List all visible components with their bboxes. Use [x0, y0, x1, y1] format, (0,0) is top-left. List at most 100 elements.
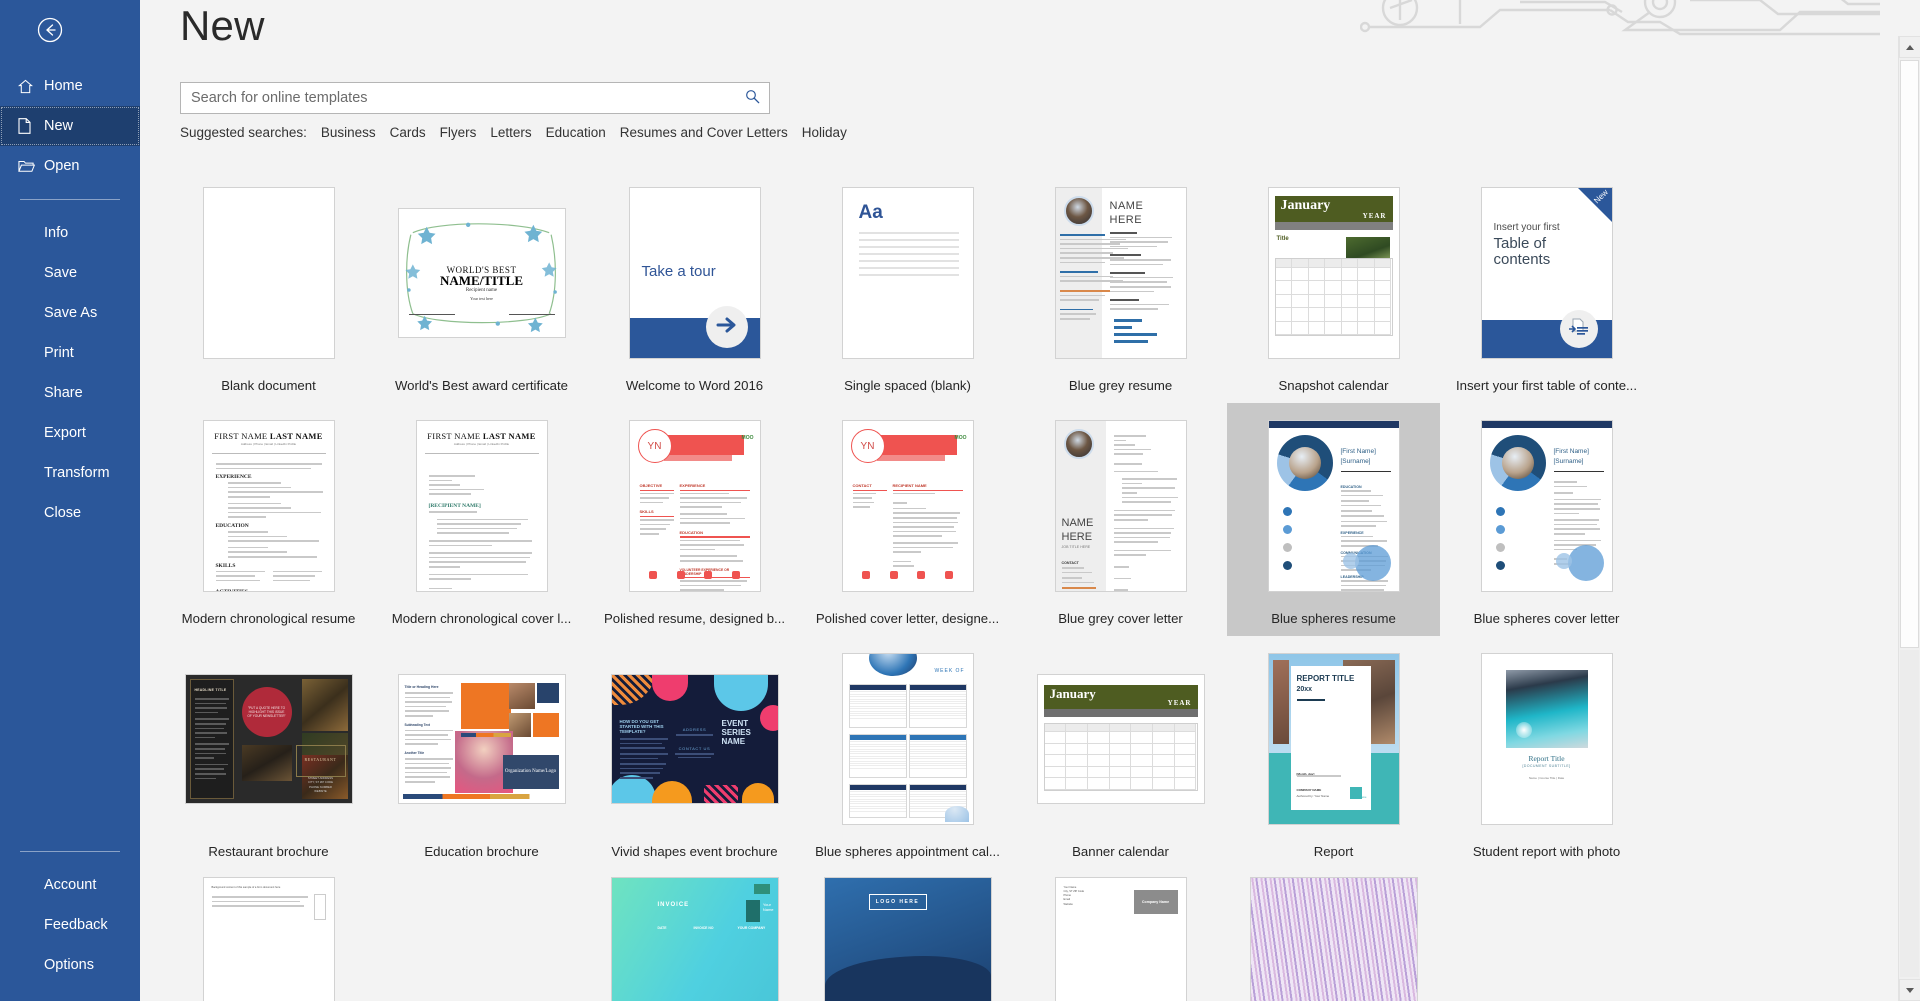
- template-tile-vivid-shapes-event-brochure[interactable]: HOW DO YOU GET STARTED WITH THIS TEMPLAT…: [588, 636, 801, 869]
- restaurant-address-block: STREET ADDRESS CITY, ST ZIP CODE PHONE NUM…: [307, 776, 334, 793]
- gallery-scrollbar[interactable]: [1898, 36, 1920, 1001]
- appointment-sphere-bottom: [944, 806, 969, 822]
- spheres-bubble-large: [1567, 545, 1604, 581]
- template-tile-polished-resume[interactable]: YN MOO OBJECTIVE SKILLS EXPERIENCE EDUCA…: [588, 403, 801, 636]
- suggested-link-flyers[interactable]: Flyers: [440, 125, 477, 140]
- suggested-link-cards[interactable]: Cards: [390, 125, 426, 140]
- sidebar-item-open[interactable]: Open: [0, 146, 140, 186]
- sidebar-item-home[interactable]: Home: [0, 66, 140, 106]
- sidebar-item-new[interactable]: New: [0, 106, 140, 146]
- template-tile-partial-7[interactable]: [1440, 869, 1653, 933]
- template-tile-banner-calendar[interactable]: January YEAR Title Banner calendar: [1014, 636, 1227, 869]
- scroll-up-button[interactable]: [1899, 36, 1920, 58]
- template-tile-single-spaced-blank[interactable]: Aa Single spaced (blank): [801, 170, 1014, 403]
- template-thumbnail: Title or Heading Here Subheading Text An…: [397, 674, 566, 804]
- sidebar-item-export[interactable]: Export: [0, 413, 140, 453]
- template-thumbnail: NAME HERE: [1054, 187, 1187, 359]
- polished-initials-circle: YN: [637, 429, 672, 463]
- template-tile-education-brochure[interactable]: Title or Heading Here Subheading Text An…: [375, 636, 588, 869]
- thumbnail-slot: FIRST NAME LAST NAME Address | Phone | E…: [375, 411, 588, 601]
- template-tile-partial-1[interactable]: Background content of this sample of a f…: [162, 869, 375, 1001]
- template-tile-restaurant-brochure[interactable]: HEADLINE TITLE "PUT A QUOTE HERE TO HIGH…: [162, 636, 375, 869]
- template-tile-partial-5[interactable]: Your Name City, ST ZIP Code Phone Email Webs…: [1014, 869, 1227, 1001]
- thumbnail-slot: Your Name City, ST ZIP Code Phone Email Webs…: [1014, 877, 1227, 1001]
- polished-heading-objective: OBJECTIVE: [639, 483, 663, 488]
- search-button[interactable]: [735, 83, 769, 113]
- education-photo-1: [536, 683, 559, 703]
- scrollbar-thumb[interactable]: [1900, 60, 1919, 648]
- cover-rule: [424, 453, 539, 454]
- template-thumbnail: Aa: [841, 187, 974, 359]
- sidebar-item-print[interactable]: Print: [0, 333, 140, 373]
- resume-skill-bars: [1113, 319, 1176, 346]
- template-thumbnail: Take a tour: [628, 187, 761, 359]
- template-thumbnail: HOW DO YOU GET STARTED WITH THIS TEMPLAT…: [610, 674, 779, 804]
- template-tile-blue-spheres-cover-letter[interactable]: [First Name] [Surname] Blue spheres cove…: [1440, 403, 1653, 636]
- sidebar-item-options[interactable]: Options: [0, 945, 140, 985]
- template-tile-report[interactable]: REPORT TITLE 20xx [Month, day] COMPANY N…: [1227, 636, 1440, 869]
- template-tile-partial-2[interactable]: [375, 869, 588, 933]
- template-tile-partial-4[interactable]: LOGO HERE: [801, 869, 1014, 1001]
- template-tile-student-report-with-photo[interactable]: Report Title [DOCUMENT SUBTITLE] Name | …: [1440, 636, 1653, 869]
- sidebar-item-transform[interactable]: Transform: [0, 453, 140, 493]
- template-gallery[interactable]: Blank document WORLD'S BEST NAME/TITLE R…: [140, 160, 1898, 1001]
- template-tile-blue-spheres-appointment-calendar[interactable]: WEEK OF Blue spheres appointment cal...: [801, 636, 1014, 869]
- template-thumbnail: FIRST NAME LAST NAME Address | Phone | E…: [202, 420, 335, 592]
- template-label: Welcome to Word 2016: [625, 378, 764, 393]
- template-tile-welcome-to-word-2016[interactable]: Take a tour Welcome to Word 2016: [588, 170, 801, 403]
- template-tile-blank-document[interactable]: Blank document: [162, 170, 375, 403]
- template-tile-worlds-best-award-certificate[interactable]: WORLD'S BEST NAME/TITLE Recipient name Y…: [375, 170, 588, 403]
- calendar-year-label: YEAR: [1362, 212, 1387, 220]
- template-tile-partial-3[interactable]: INVOICE Your Name DATE INVOICE NO YOUR CO…: [588, 869, 801, 1001]
- template-search-box[interactable]: [180, 82, 770, 114]
- scroll-down-button[interactable]: [1899, 979, 1920, 1001]
- template-tile-insert-your-first-table-of-contents[interactable]: New Insert your first Table of contents: [1440, 170, 1653, 403]
- template-tile-snapshot-calendar[interactable]: January YEAR Title Snapshot calendar: [1227, 170, 1440, 403]
- template-tile-partial-6[interactable]: [1227, 869, 1440, 1001]
- education-color-strip: [402, 794, 561, 799]
- email-icon: [1495, 525, 1505, 534]
- template-label: Snapshot calendar: [1278, 378, 1389, 393]
- sidebar-divider-top: [20, 199, 120, 200]
- template-thumbnail: YN MOO OBJECTIVE SKILLS EXPERIENCE EDUCA…: [628, 420, 761, 592]
- banner-calendar-subband: Title: [1043, 709, 1198, 748]
- restaurant-quote-text: "PUT A QUOTE HERE TO HIGHLIGHT THIS ISSU…: [247, 706, 286, 718]
- toc-line-2: Table of contents: [1494, 236, 1551, 268]
- template-tile-modern-chronological-resume[interactable]: FIRST NAME LAST NAME Address | Phone | E…: [162, 403, 375, 636]
- appointment-day-block-friday: [848, 784, 907, 818]
- home-icon: [18, 79, 44, 94]
- sidebar-item-print-label: Print: [44, 345, 74, 361]
- template-label: Restaurant brochure: [208, 844, 329, 859]
- template-thumbnail: INVOICE Your Name DATE INVOICE NO YOUR CO…: [610, 877, 779, 1001]
- search-input[interactable]: [181, 90, 735, 106]
- sidebar-item-feedback[interactable]: Feedback: [0, 905, 140, 945]
- thumbnail-slot: WEEK OF: [801, 644, 1014, 834]
- template-tile-blue-spheres-resume[interactable]: [First Name] [Surname] EDUCATION EXPERIE…: [1227, 403, 1440, 636]
- template-thumbnail: LOGO HERE: [823, 877, 992, 1001]
- sidebar-item-account[interactable]: Account: [0, 865, 140, 905]
- sidebar-item-close[interactable]: Close: [0, 493, 140, 533]
- template-tile-blue-grey-resume[interactable]: NAME HERE Blue grey resume: [1014, 170, 1227, 403]
- template-tile-modern-chronological-cover-letter[interactable]: FIRST NAME LAST NAME Address | Phone | E…: [375, 403, 588, 636]
- template-tile-polished-cover-letter[interactable]: YN MOO CONTACT RECIPIENT NAME Polished c…: [801, 403, 1014, 636]
- sidebar-item-info[interactable]: Info: [0, 213, 140, 253]
- thumbnail-slot: January YEAR Title: [1227, 178, 1440, 368]
- suggested-link-resumes-and-cover-letters[interactable]: Resumes and Cover Letters: [620, 125, 788, 140]
- linkedin-icon: [889, 571, 898, 579]
- suggested-link-letters[interactable]: Letters: [490, 125, 531, 140]
- suggested-link-education[interactable]: Education: [546, 125, 606, 140]
- template-tile-blue-grey-cover-letter[interactable]: NAME HERE JOB TITLE HERE CONTACT Blue gr…: [1014, 403, 1227, 636]
- template-thumbnail: [First Name] [Surname]: [1480, 420, 1613, 592]
- sidebar-item-share[interactable]: Share: [0, 373, 140, 413]
- spheres-name: [First Name] [Surname]: [1341, 447, 1376, 467]
- sidebar-item-home-label: Home: [44, 78, 83, 94]
- spheres-rule: [1340, 471, 1391, 472]
- email-icon: [649, 571, 658, 579]
- sidebar-item-save[interactable]: Save: [0, 253, 140, 293]
- sidebar-item-save-as[interactable]: Save As: [0, 293, 140, 333]
- document-icon: [18, 118, 44, 134]
- scrollbar-track[interactable]: [1900, 650, 1919, 977]
- suggested-link-holiday[interactable]: Holiday: [802, 125, 847, 140]
- back-button[interactable]: [28, 8, 72, 52]
- suggested-link-business[interactable]: Business: [321, 125, 376, 140]
